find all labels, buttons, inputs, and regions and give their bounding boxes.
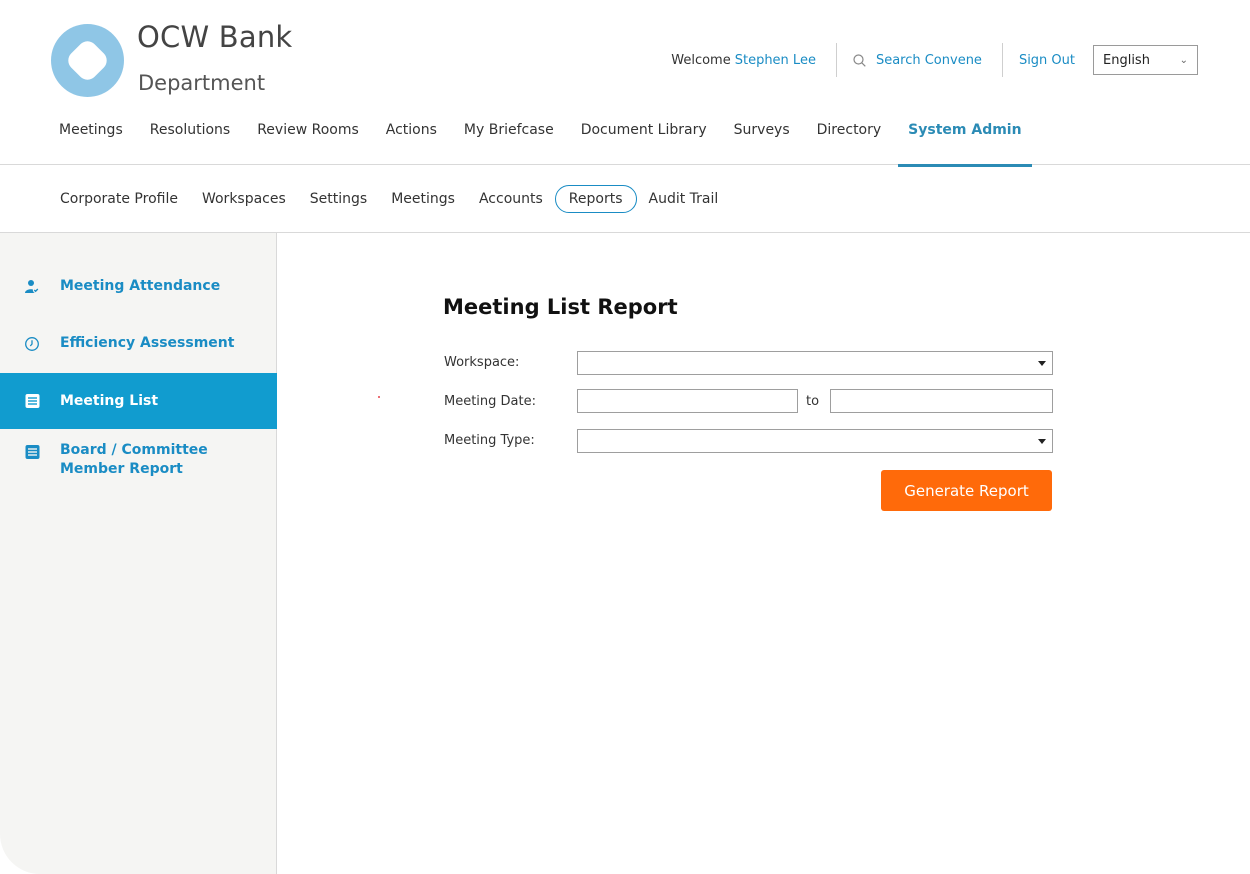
- subnav-meetings[interactable]: Meetings: [391, 191, 455, 207]
- report-sidebar: Meeting Attendance Efficiency Assessment…: [0, 233, 277, 874]
- sidebar-item-label: Meeting List: [60, 393, 159, 409]
- nav-directory[interactable]: Directory: [817, 122, 882, 138]
- user-check-icon: [0, 278, 60, 295]
- nav-document-library[interactable]: Document Library: [581, 122, 707, 138]
- top-bar: Welcome Stephen Lee Search Convene Sign O…: [671, 43, 1198, 77]
- divider: [1001, 43, 1003, 77]
- app-header: OCW Bank Department Welcome Stephen Lee S…: [0, 0, 1250, 167]
- meeting-type-label: Meeting Type:: [444, 433, 535, 448]
- sidebar-item-label-line1: Board / Committee: [60, 442, 208, 458]
- date-from-input[interactable]: [577, 389, 798, 413]
- sidebar-item-meeting-attendance[interactable]: Meeting Attendance: [0, 278, 277, 295]
- search-icon: [853, 53, 866, 67]
- page-title: Meeting List Report: [443, 295, 678, 319]
- search-label: Search Convene: [875, 52, 982, 68]
- subnav-corporate-profile[interactable]: Corporate Profile: [60, 191, 178, 207]
- nav-resolutions[interactable]: Resolutions: [150, 122, 230, 138]
- language-value: English: [1103, 52, 1150, 68]
- sidebar-item-board-committee-member-report[interactable]: Board / Committee Member Report: [0, 441, 277, 479]
- main-nav: Meetings Resolutions Review Rooms Action…: [59, 122, 1049, 167]
- meeting-type-select[interactable]: [577, 429, 1053, 453]
- nav-my-briefcase[interactable]: My Briefcase: [464, 122, 554, 138]
- language-select[interactable]: English ⌄: [1093, 45, 1198, 75]
- nav-actions[interactable]: Actions: [386, 122, 437, 138]
- subnav-reports[interactable]: Reports: [554, 184, 637, 213]
- date-to-input[interactable]: [830, 389, 1053, 413]
- meeting-date-label: Meeting Date:: [444, 394, 536, 409]
- clock-icon: [0, 335, 60, 352]
- brand-department: Department: [138, 71, 266, 95]
- search-link[interactable]: Search Convene: [853, 53, 982, 68]
- list-icon: [0, 441, 60, 460]
- nav-meetings[interactable]: Meetings: [59, 122, 123, 138]
- nav-surveys[interactable]: Surveys: [734, 122, 790, 138]
- ocw-logo-icon[interactable]: [51, 24, 124, 97]
- user-name-link[interactable]: Stephen Lee: [735, 53, 816, 68]
- list-icon: [0, 393, 60, 409]
- divider: [835, 43, 837, 77]
- workspace-select[interactable]: [577, 351, 1053, 375]
- caret-down-icon: [1038, 439, 1046, 444]
- caret-down-icon: [1038, 361, 1046, 366]
- generate-report-button[interactable]: Generate Report: [881, 470, 1052, 511]
- subnav-settings[interactable]: Settings: [310, 191, 367, 207]
- nav-system-admin[interactable]: System Admin: [898, 122, 1033, 167]
- welcome-label: Welcome: [671, 52, 731, 68]
- chevron-down-icon: ⌄: [1179, 54, 1188, 66]
- nav-review-rooms[interactable]: Review Rooms: [257, 122, 359, 138]
- sidebar-item-meeting-list[interactable]: Meeting List: [0, 373, 277, 429]
- subnav-workspaces[interactable]: Workspaces: [202, 191, 286, 207]
- sidebar-item-efficiency-assessment[interactable]: Efficiency Assessment: [0, 335, 277, 352]
- sign-out-link[interactable]: Sign Out: [1019, 53, 1075, 68]
- sidebar-item-label: Efficiency Assessment: [60, 335, 235, 351]
- decorative-dot: [378, 396, 380, 398]
- brand-name: OCW Bank: [137, 20, 293, 54]
- welcome-text: Welcome Stephen Lee: [671, 53, 816, 68]
- workspace-label: Workspace:: [444, 355, 520, 370]
- sub-nav: Corporate Profile Workspaces Settings Me…: [0, 165, 1250, 233]
- sidebar-item-label: Meeting Attendance: [60, 278, 221, 294]
- subnav-accounts[interactable]: Accounts: [479, 191, 543, 207]
- sidebar-item-label: Board / Committee Member Report: [60, 441, 208, 479]
- sidebar-item-label-line2: Member Report: [60, 461, 183, 477]
- subnav-audit-trail[interactable]: Audit Trail: [649, 191, 719, 207]
- date-to-separator: to: [806, 394, 820, 409]
